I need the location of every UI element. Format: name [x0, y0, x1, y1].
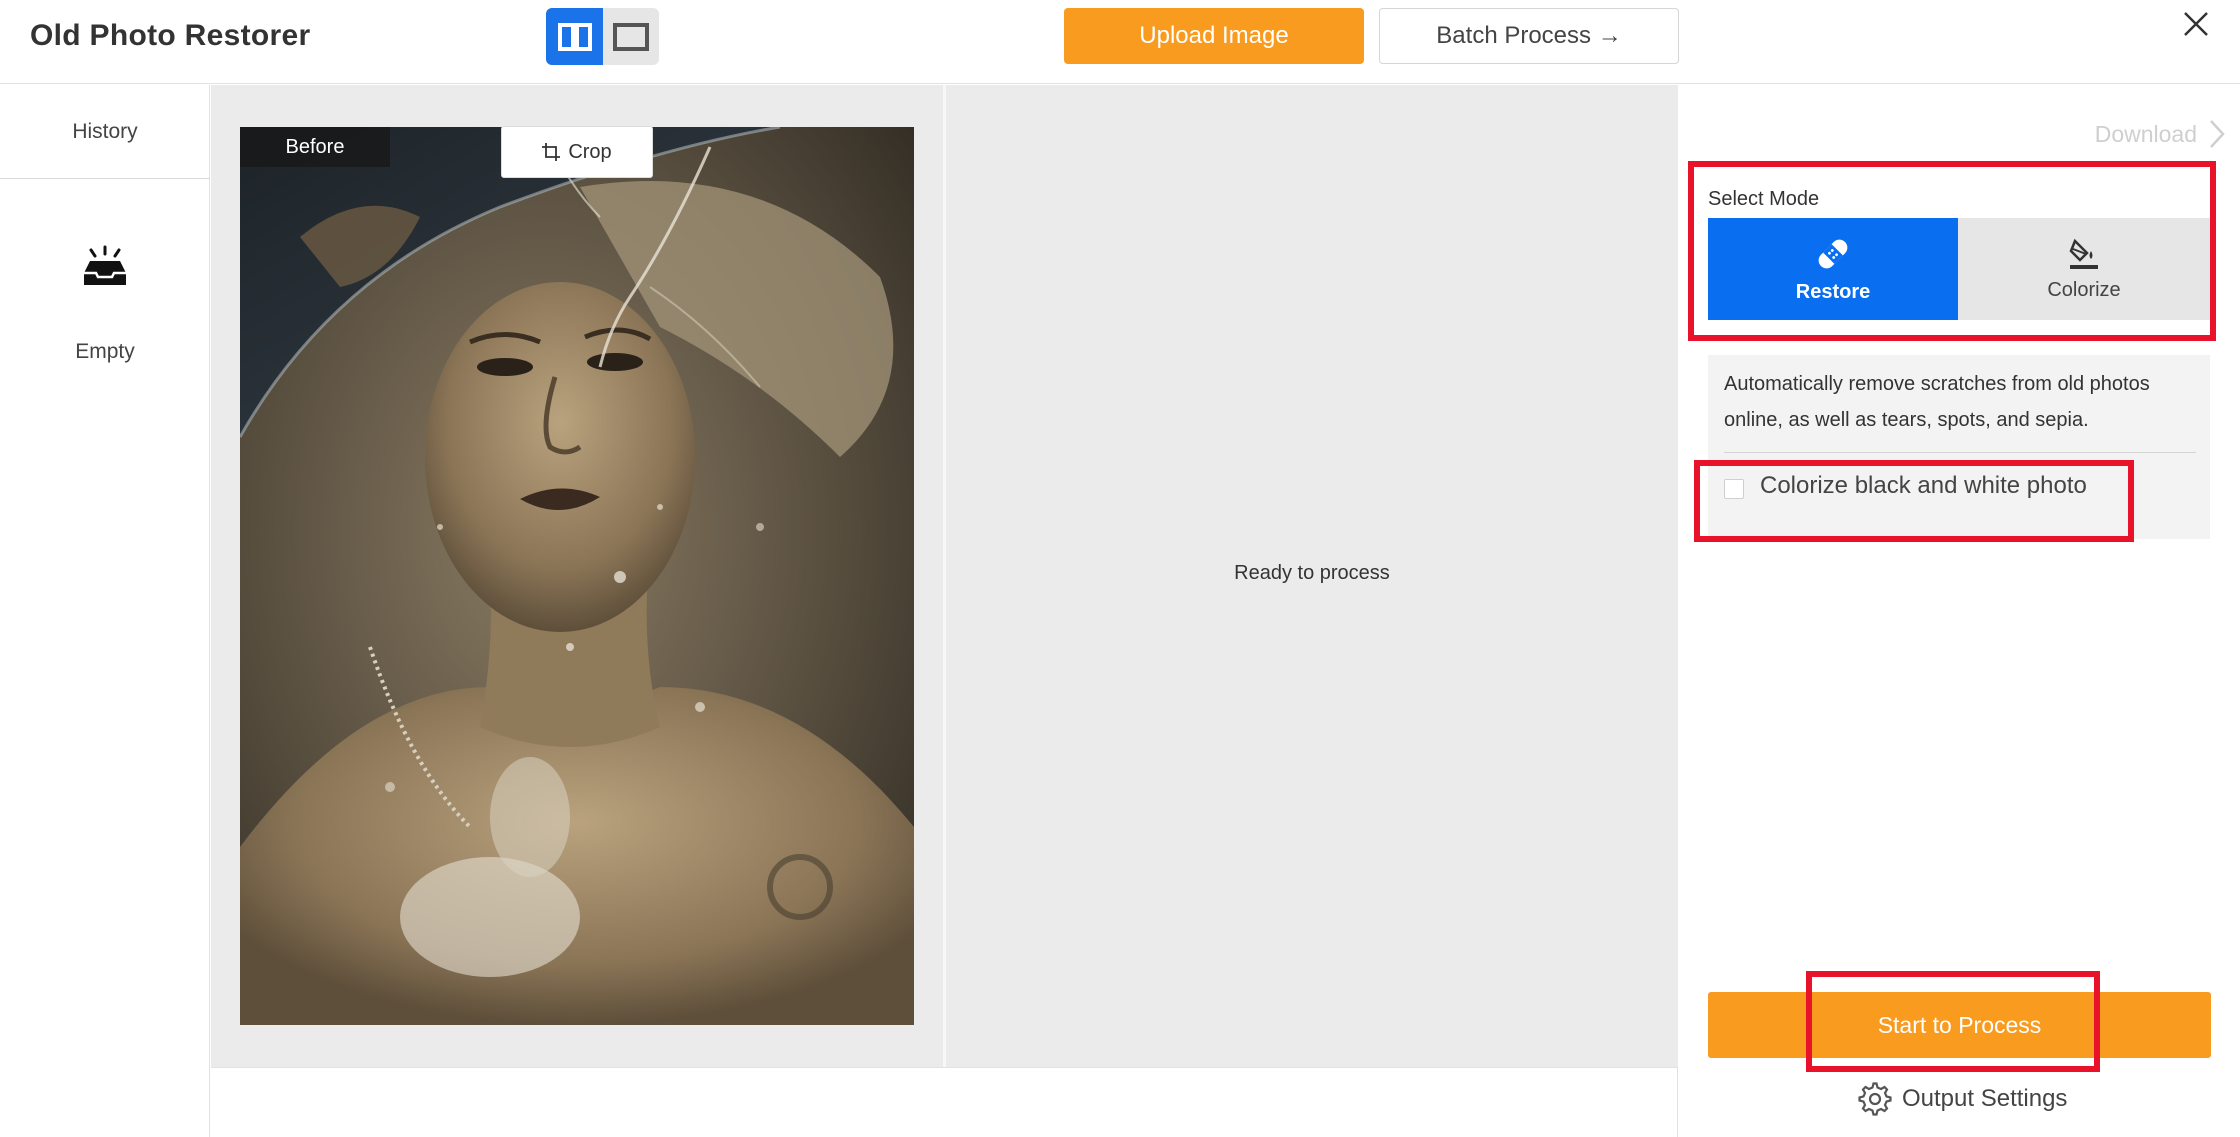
download-label: Download	[2094, 120, 2197, 147]
crop-button[interactable]: Crop	[501, 126, 653, 178]
close-button[interactable]	[2178, 6, 2214, 42]
highlight-start-button	[1806, 971, 2100, 1072]
highlight-colorize-option	[1694, 460, 2134, 542]
history-sidebar: History Empty	[0, 85, 210, 1137]
canvas-footer	[211, 1067, 1678, 1137]
description-divider	[1724, 452, 2196, 453]
single-view-button[interactable]	[603, 8, 659, 65]
split-view-button[interactable]	[546, 8, 603, 65]
batch-process-button[interactable]: Batch Process →	[1379, 8, 1679, 64]
empty-history-label: Empty	[75, 340, 135, 363]
vintage-portrait-image	[240, 127, 914, 1025]
mode-description: Automatically remove scratches from old …	[1724, 373, 2150, 431]
download-button[interactable]: Download	[2065, 118, 2225, 150]
history-tab[interactable]: History	[0, 85, 210, 179]
chevron-right-icon	[2210, 120, 2225, 148]
gear-icon	[1858, 1082, 1892, 1116]
crop-label: Crop	[568, 140, 612, 163]
ready-status: Ready to process	[1234, 562, 1390, 584]
output-settings-label: Output Settings	[1902, 1085, 2068, 1112]
split-view-icon	[557, 22, 592, 51]
uploaded-photo	[240, 127, 914, 1025]
crop-icon	[542, 143, 561, 161]
close-icon	[2184, 12, 2208, 36]
upload-image-button[interactable]: Upload Image	[1064, 8, 1364, 64]
view-toggle	[546, 8, 659, 65]
empty-inbox-icon	[84, 245, 126, 285]
app-title: Old Photo Restorer	[30, 19, 311, 52]
single-view-icon	[613, 22, 649, 51]
output-settings-button[interactable]: Output Settings	[1858, 1082, 2067, 1116]
highlight-mode-selector	[1688, 161, 2216, 341]
before-label: Before	[240, 127, 390, 167]
